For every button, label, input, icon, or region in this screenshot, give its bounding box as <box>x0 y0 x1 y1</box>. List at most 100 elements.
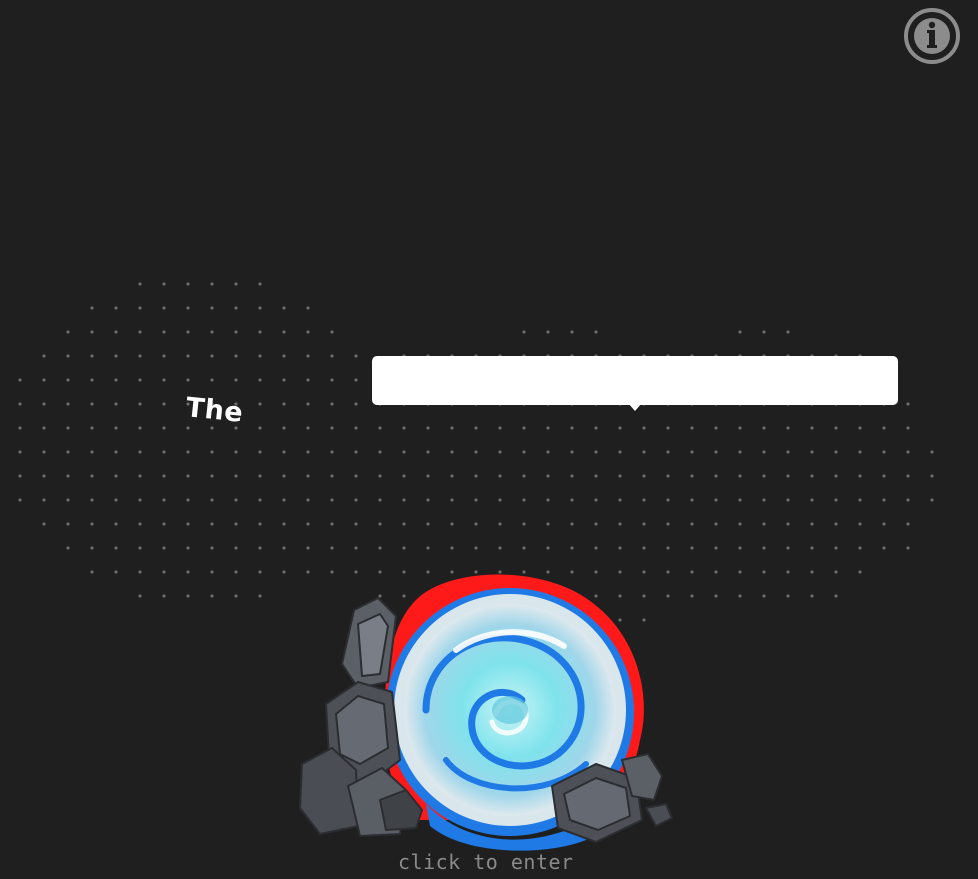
background-dot <box>354 402 358 406</box>
background-dot <box>690 522 694 526</box>
background-dot <box>498 450 502 454</box>
background-dot <box>186 594 190 598</box>
background-dot <box>186 354 190 358</box>
background-dot <box>690 594 694 598</box>
background-dot <box>234 474 238 478</box>
background-dot <box>18 498 22 502</box>
background-dot <box>402 426 406 430</box>
background-dot <box>162 570 166 574</box>
background-dot <box>162 402 166 406</box>
background-dot <box>234 330 238 334</box>
background-dot <box>666 546 670 550</box>
background-dot <box>594 546 598 550</box>
background-dot <box>306 330 310 334</box>
background-dot <box>210 330 214 334</box>
background-dot <box>66 378 70 382</box>
background-dot <box>762 546 766 550</box>
background-dot <box>330 498 334 502</box>
background-dot <box>642 450 646 454</box>
background-dot <box>330 354 334 358</box>
hero-title-word: The <box>184 392 245 429</box>
background-dot <box>42 426 46 430</box>
background-dot <box>162 378 166 382</box>
background-dot <box>258 498 262 502</box>
background-dot <box>570 450 574 454</box>
background-dot <box>474 450 478 454</box>
background-dot <box>282 522 286 526</box>
background-dot <box>258 426 262 430</box>
background-dot <box>234 546 238 550</box>
background-dot <box>714 498 718 502</box>
background-dot <box>162 354 166 358</box>
info-button[interactable] <box>902 6 962 66</box>
background-dot <box>162 426 166 430</box>
swirl-portal-icon <box>299 574 673 851</box>
background-dot <box>570 522 574 526</box>
background-dot <box>786 330 790 334</box>
background-dot <box>666 498 670 502</box>
background-dot <box>354 546 358 550</box>
portal-button[interactable] <box>296 564 676 854</box>
background-dot <box>282 498 286 502</box>
background-dot <box>162 546 166 550</box>
background-dot <box>906 498 910 502</box>
background-dot <box>378 450 382 454</box>
background-dot <box>834 498 838 502</box>
background-dot <box>18 402 22 406</box>
background-dot <box>282 474 286 478</box>
background-dot <box>258 282 262 286</box>
background-dot <box>690 498 694 502</box>
background-dot <box>234 306 238 310</box>
background-dot <box>306 378 310 382</box>
click-to-enter-label[interactable]: click to enter <box>398 850 574 874</box>
background-dot <box>66 330 70 334</box>
background-dot <box>906 522 910 526</box>
background-dot <box>690 570 694 574</box>
background-dot <box>666 450 670 454</box>
background-dot <box>738 570 742 574</box>
background-dot <box>330 522 334 526</box>
background-dot <box>306 426 310 430</box>
background-dot <box>546 498 550 502</box>
background-dot <box>498 426 502 430</box>
background-dot <box>426 426 430 430</box>
background-dot <box>210 474 214 478</box>
background-dot <box>114 498 118 502</box>
background-dot <box>858 546 862 550</box>
background-dot <box>810 426 814 430</box>
background-dot <box>834 546 838 550</box>
background-dot <box>66 354 70 358</box>
background-dot <box>18 378 22 382</box>
background-dot <box>906 450 910 454</box>
background-dot <box>42 402 46 406</box>
background-dot <box>114 354 118 358</box>
background-dot <box>162 498 166 502</box>
background-dot <box>90 354 94 358</box>
background-dot <box>810 570 814 574</box>
background-dot <box>42 522 46 526</box>
background-dot <box>810 474 814 478</box>
background-dot <box>66 426 70 430</box>
background-dot <box>90 306 94 310</box>
background-dot <box>90 330 94 334</box>
background-dot <box>474 426 478 430</box>
background-dot <box>714 426 718 430</box>
background-dot <box>186 306 190 310</box>
background-dot <box>402 546 406 550</box>
background-dot <box>330 378 334 382</box>
background-dot <box>738 474 742 478</box>
background-dot <box>546 330 550 334</box>
background-dot <box>210 378 214 382</box>
background-dot <box>210 570 214 574</box>
background-dot <box>498 474 502 478</box>
background-dot <box>42 378 46 382</box>
background-dot <box>930 474 934 478</box>
background-dot <box>882 546 886 550</box>
background-dot <box>330 474 334 478</box>
background-dot <box>762 498 766 502</box>
background-dot <box>666 522 670 526</box>
background-dot <box>426 474 430 478</box>
background-dot <box>234 378 238 382</box>
background-dot <box>258 474 262 478</box>
background-dot <box>570 498 574 502</box>
